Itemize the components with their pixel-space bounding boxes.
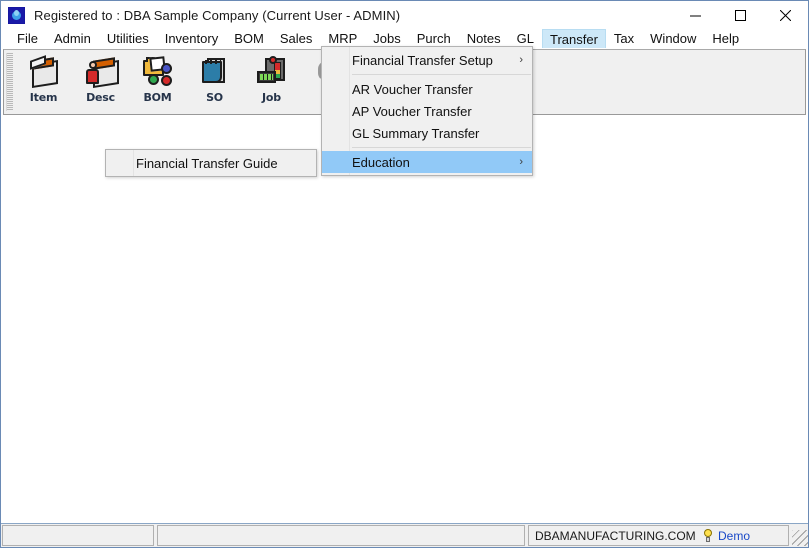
menu-item-sales[interactable]: Sales xyxy=(272,29,321,48)
chevron-right-icon: › xyxy=(519,155,523,168)
toolbar-label-so: SO xyxy=(206,91,223,104)
menu-option-ap-voucher-transfer[interactable]: AP Voucher Transfer xyxy=(322,100,532,122)
education-submenu: Financial Transfer Guide xyxy=(105,149,317,177)
menu-option-label: AP Voucher Transfer xyxy=(352,103,472,119)
status-site-url: DBAMANUFACTURING.COM xyxy=(535,528,696,543)
toolbar-label-item: Item xyxy=(29,91,58,104)
menu-option-financial-transfer-setup[interactable]: Financial Transfer Setup › xyxy=(322,49,532,71)
transfer-dropdown-menu: Financial Transfer Setup › AR Voucher Tr… xyxy=(321,46,533,176)
menu-item-transfer[interactable]: Transfer xyxy=(542,29,606,48)
toolbar-button-job[interactable]: Job xyxy=(243,50,300,112)
menu-separator xyxy=(352,74,531,75)
menu-item-help[interactable]: Help xyxy=(704,29,747,48)
menu-option-education[interactable]: Education › xyxy=(322,151,532,173)
close-icon xyxy=(780,9,791,21)
app-logo-icon xyxy=(8,6,25,24)
menu-item-window[interactable]: Window xyxy=(642,29,704,48)
minimize-button[interactable] xyxy=(673,1,718,29)
window-controls xyxy=(673,1,808,29)
status-panel-left xyxy=(2,525,154,546)
demo-mode-indicator: Demo xyxy=(703,529,750,543)
menu-option-label: GL Summary Transfer xyxy=(352,125,480,141)
descriptor-person-box-icon xyxy=(84,55,119,89)
menu-option-label: Education xyxy=(352,154,410,170)
resize-grip-icon[interactable] xyxy=(792,530,808,546)
menu-option-financial-transfer-guide[interactable]: Financial Transfer Guide xyxy=(106,152,316,174)
maximize-icon xyxy=(735,9,746,21)
menu-item-bom[interactable]: BOM xyxy=(226,29,272,48)
menu-separator xyxy=(352,147,531,148)
sales-order-notepad-icon xyxy=(198,55,232,89)
toolbar-label-job: Job xyxy=(262,91,281,104)
menu-option-label: Financial Transfer Setup xyxy=(352,52,493,68)
menu-item-inventory[interactable]: Inventory xyxy=(157,29,226,48)
toolbar-button-bom[interactable]: BOM xyxy=(129,50,186,112)
job-control-panel-icon xyxy=(255,55,289,89)
menu-item-file[interactable]: File xyxy=(9,29,46,48)
menu-option-gl-summary-transfer[interactable]: GL Summary Transfer xyxy=(322,122,532,144)
close-button[interactable] xyxy=(763,1,808,29)
status-panel-right: DBAMANUFACTURING.COM Demo xyxy=(528,525,789,546)
title-bar: Registered to : DBA Sample Company (Curr… xyxy=(1,1,808,29)
status-bar: DBAMANUFACTURING.COM Demo xyxy=(1,523,808,547)
item-box-icon xyxy=(27,55,61,89)
window-title: Registered to : DBA Sample Company (Curr… xyxy=(34,7,401,23)
minimize-icon xyxy=(690,15,701,16)
menu-option-label: Financial Transfer Guide xyxy=(136,155,278,171)
menu-option-label: AR Voucher Transfer xyxy=(352,81,473,97)
maximize-button[interactable] xyxy=(718,1,763,29)
lightbulb-icon xyxy=(703,529,713,542)
toolbar-label-bom: BOM xyxy=(143,91,172,104)
toolbar-label-desc: Desc xyxy=(86,91,115,104)
menu-item-tax[interactable]: Tax xyxy=(606,29,642,48)
chevron-right-icon: › xyxy=(519,53,523,66)
menu-option-ar-voucher-transfer[interactable]: AR Voucher Transfer xyxy=(322,78,532,100)
menu-item-admin[interactable]: Admin xyxy=(46,29,99,48)
bom-folder-icon xyxy=(141,55,175,89)
demo-mode-label: Demo xyxy=(717,528,750,543)
toolbar-button-item[interactable]: Item xyxy=(15,50,72,112)
toolbar-button-so[interactable]: SO xyxy=(186,50,243,112)
toolbar-drag-handle[interactable] xyxy=(6,53,13,111)
status-panel-middle xyxy=(157,525,525,546)
menu-item-utilities[interactable]: Utilities xyxy=(99,29,157,48)
toolbar-button-desc[interactable]: Desc xyxy=(72,50,129,112)
application-window: Registered to : DBA Sample Company (Curr… xyxy=(0,0,809,548)
